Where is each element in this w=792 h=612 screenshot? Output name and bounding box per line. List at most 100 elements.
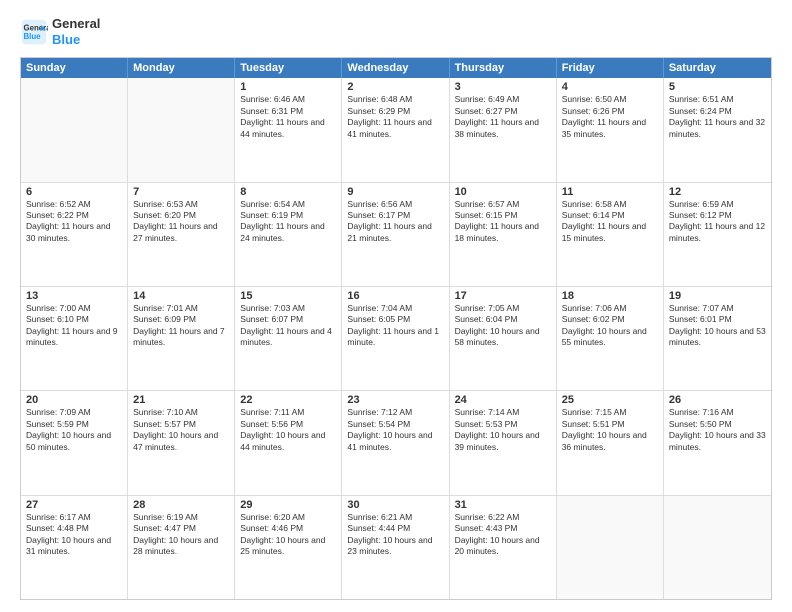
day-number: 12 (669, 186, 766, 198)
day-info: Sunrise: 6:52 AM Sunset: 6:22 PM Dayligh… (26, 199, 122, 245)
weekday-header: Tuesday (235, 58, 342, 78)
day-info: Sunrise: 6:22 AM Sunset: 4:43 PM Dayligh… (455, 512, 551, 558)
calendar-cell: 21Sunrise: 7:10 AM Sunset: 5:57 PM Dayli… (128, 391, 235, 494)
weekday-header: Thursday (450, 58, 557, 78)
day-number: 20 (26, 394, 122, 406)
day-number: 8 (240, 186, 336, 198)
calendar-cell: 5Sunrise: 6:51 AM Sunset: 6:24 PM Daylig… (664, 78, 771, 181)
calendar-cell: 29Sunrise: 6:20 AM Sunset: 4:46 PM Dayli… (235, 496, 342, 599)
calendar-row: 1Sunrise: 6:46 AM Sunset: 6:31 PM Daylig… (21, 78, 771, 181)
day-info: Sunrise: 6:19 AM Sunset: 4:47 PM Dayligh… (133, 512, 229, 558)
calendar: SundayMondayTuesdayWednesdayThursdayFrid… (20, 57, 772, 600)
page-header: General Blue GeneralBlue (20, 16, 772, 47)
day-info: Sunrise: 7:00 AM Sunset: 6:10 PM Dayligh… (26, 303, 122, 349)
calendar-cell: 27Sunrise: 6:17 AM Sunset: 4:48 PM Dayli… (21, 496, 128, 599)
day-info: Sunrise: 7:06 AM Sunset: 6:02 PM Dayligh… (562, 303, 658, 349)
day-number: 7 (133, 186, 229, 198)
day-number: 28 (133, 499, 229, 511)
day-number: 11 (562, 186, 658, 198)
calendar-cell: 28Sunrise: 6:19 AM Sunset: 4:47 PM Dayli… (128, 496, 235, 599)
calendar-cell: 7Sunrise: 6:53 AM Sunset: 6:20 PM Daylig… (128, 183, 235, 286)
calendar-cell: 31Sunrise: 6:22 AM Sunset: 4:43 PM Dayli… (450, 496, 557, 599)
day-number: 24 (455, 394, 551, 406)
day-number: 16 (347, 290, 443, 302)
day-number: 1 (240, 81, 336, 93)
day-info: Sunrise: 6:59 AM Sunset: 6:12 PM Dayligh… (669, 199, 766, 245)
day-info: Sunrise: 7:04 AM Sunset: 6:05 PM Dayligh… (347, 303, 443, 349)
calendar-cell: 20Sunrise: 7:09 AM Sunset: 5:59 PM Dayli… (21, 391, 128, 494)
calendar-cell: 17Sunrise: 7:05 AM Sunset: 6:04 PM Dayli… (450, 287, 557, 390)
day-info: Sunrise: 7:05 AM Sunset: 6:04 PM Dayligh… (455, 303, 551, 349)
day-number: 25 (562, 394, 658, 406)
logo: General Blue GeneralBlue (20, 16, 100, 47)
day-number: 10 (455, 186, 551, 198)
day-info: Sunrise: 6:48 AM Sunset: 6:29 PM Dayligh… (347, 94, 443, 140)
calendar-cell: 14Sunrise: 7:01 AM Sunset: 6:09 PM Dayli… (128, 287, 235, 390)
day-number: 15 (240, 290, 336, 302)
day-info: Sunrise: 7:14 AM Sunset: 5:53 PM Dayligh… (455, 407, 551, 453)
day-number: 13 (26, 290, 122, 302)
day-info: Sunrise: 7:10 AM Sunset: 5:57 PM Dayligh… (133, 407, 229, 453)
day-info: Sunrise: 6:50 AM Sunset: 6:26 PM Dayligh… (562, 94, 658, 140)
day-info: Sunrise: 6:49 AM Sunset: 6:27 PM Dayligh… (455, 94, 551, 140)
day-number: 17 (455, 290, 551, 302)
weekday-header: Wednesday (342, 58, 449, 78)
day-number: 9 (347, 186, 443, 198)
calendar-cell: 22Sunrise: 7:11 AM Sunset: 5:56 PM Dayli… (235, 391, 342, 494)
calendar-cell: 10Sunrise: 6:57 AM Sunset: 6:15 PM Dayli… (450, 183, 557, 286)
calendar-cell: 8Sunrise: 6:54 AM Sunset: 6:19 PM Daylig… (235, 183, 342, 286)
day-info: Sunrise: 6:58 AM Sunset: 6:14 PM Dayligh… (562, 199, 658, 245)
calendar-cell: 30Sunrise: 6:21 AM Sunset: 4:44 PM Dayli… (342, 496, 449, 599)
day-info: Sunrise: 6:17 AM Sunset: 4:48 PM Dayligh… (26, 512, 122, 558)
svg-text:Blue: Blue (24, 32, 42, 41)
day-number: 29 (240, 499, 336, 511)
calendar-body: 1Sunrise: 6:46 AM Sunset: 6:31 PM Daylig… (21, 78, 771, 599)
day-info: Sunrise: 7:11 AM Sunset: 5:56 PM Dayligh… (240, 407, 336, 453)
calendar-cell (557, 496, 664, 599)
calendar-cell: 13Sunrise: 7:00 AM Sunset: 6:10 PM Dayli… (21, 287, 128, 390)
day-info: Sunrise: 6:53 AM Sunset: 6:20 PM Dayligh… (133, 199, 229, 245)
calendar-cell: 19Sunrise: 7:07 AM Sunset: 6:01 PM Dayli… (664, 287, 771, 390)
calendar-row: 6Sunrise: 6:52 AM Sunset: 6:22 PM Daylig… (21, 182, 771, 286)
calendar-cell: 4Sunrise: 6:50 AM Sunset: 6:26 PM Daylig… (557, 78, 664, 181)
day-number: 18 (562, 290, 658, 302)
day-number: 6 (26, 186, 122, 198)
day-info: Sunrise: 7:01 AM Sunset: 6:09 PM Dayligh… (133, 303, 229, 349)
calendar-cell: 9Sunrise: 6:56 AM Sunset: 6:17 PM Daylig… (342, 183, 449, 286)
day-info: Sunrise: 7:16 AM Sunset: 5:50 PM Dayligh… (669, 407, 766, 453)
day-info: Sunrise: 6:20 AM Sunset: 4:46 PM Dayligh… (240, 512, 336, 558)
day-number: 3 (455, 81, 551, 93)
day-info: Sunrise: 7:03 AM Sunset: 6:07 PM Dayligh… (240, 303, 336, 349)
calendar-cell: 24Sunrise: 7:14 AM Sunset: 5:53 PM Dayli… (450, 391, 557, 494)
day-number: 5 (669, 81, 766, 93)
weekday-header: Friday (557, 58, 664, 78)
calendar-row: 27Sunrise: 6:17 AM Sunset: 4:48 PM Dayli… (21, 495, 771, 599)
day-info: Sunrise: 7:12 AM Sunset: 5:54 PM Dayligh… (347, 407, 443, 453)
calendar-cell: 15Sunrise: 7:03 AM Sunset: 6:07 PM Dayli… (235, 287, 342, 390)
day-number: 4 (562, 81, 658, 93)
day-number: 2 (347, 81, 443, 93)
day-info: Sunrise: 7:09 AM Sunset: 5:59 PM Dayligh… (26, 407, 122, 453)
calendar-row: 20Sunrise: 7:09 AM Sunset: 5:59 PM Dayli… (21, 390, 771, 494)
day-info: Sunrise: 7:07 AM Sunset: 6:01 PM Dayligh… (669, 303, 766, 349)
calendar-row: 13Sunrise: 7:00 AM Sunset: 6:10 PM Dayli… (21, 286, 771, 390)
calendar-cell (21, 78, 128, 181)
calendar-cell: 6Sunrise: 6:52 AM Sunset: 6:22 PM Daylig… (21, 183, 128, 286)
calendar-cell: 26Sunrise: 7:16 AM Sunset: 5:50 PM Dayli… (664, 391, 771, 494)
day-number: 14 (133, 290, 229, 302)
day-number: 23 (347, 394, 443, 406)
day-number: 21 (133, 394, 229, 406)
day-number: 22 (240, 394, 336, 406)
calendar-cell (128, 78, 235, 181)
day-number: 30 (347, 499, 443, 511)
logo-icon: General Blue (20, 18, 48, 46)
logo-text: GeneralBlue (52, 16, 100, 47)
calendar-cell: 11Sunrise: 6:58 AM Sunset: 6:14 PM Dayli… (557, 183, 664, 286)
svg-text:General: General (24, 23, 49, 32)
day-info: Sunrise: 6:56 AM Sunset: 6:17 PM Dayligh… (347, 199, 443, 245)
calendar-cell: 12Sunrise: 6:59 AM Sunset: 6:12 PM Dayli… (664, 183, 771, 286)
calendar-cell: 3Sunrise: 6:49 AM Sunset: 6:27 PM Daylig… (450, 78, 557, 181)
calendar-cell: 2Sunrise: 6:48 AM Sunset: 6:29 PM Daylig… (342, 78, 449, 181)
day-number: 31 (455, 499, 551, 511)
calendar-cell: 25Sunrise: 7:15 AM Sunset: 5:51 PM Dayli… (557, 391, 664, 494)
